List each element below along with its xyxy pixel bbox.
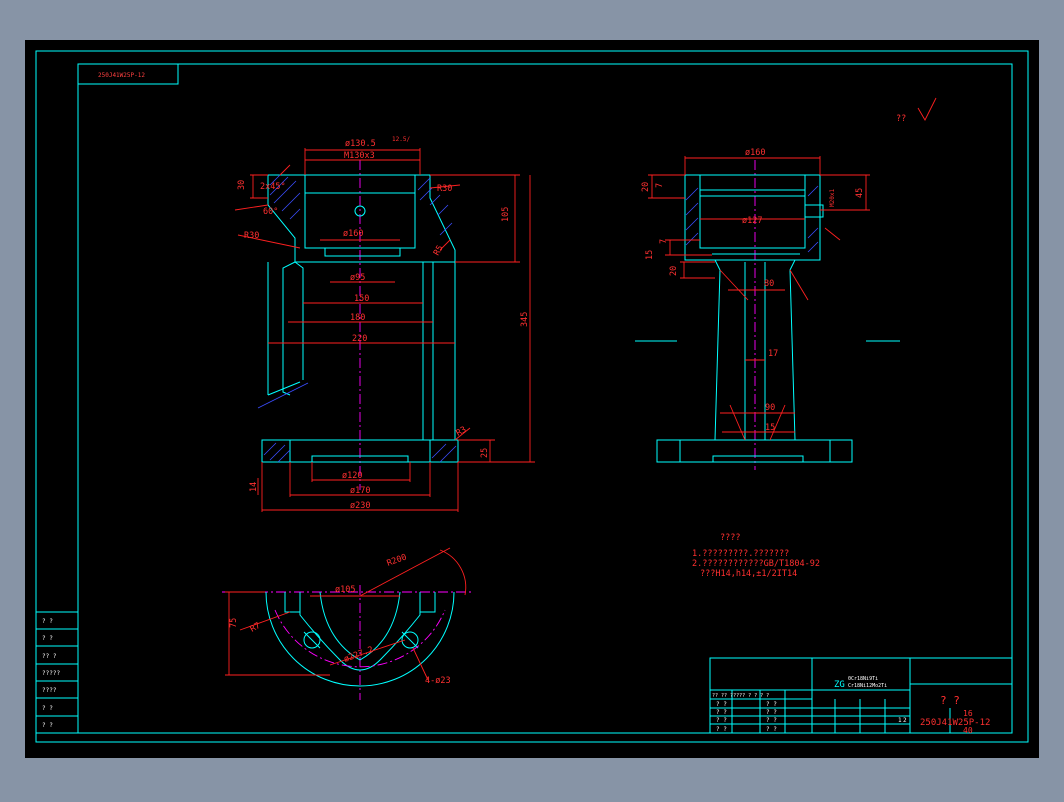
left-col-1: ? ? bbox=[42, 618, 53, 625]
left-col-7: ? ? bbox=[42, 722, 53, 729]
cad-drawing-viewport: 250J41W25P-12 ? ? ? ? ?? ? ????? ???? ? … bbox=[0, 0, 1064, 798]
dim-side-20b: 20 bbox=[669, 266, 679, 276]
dim-d95: ø95 bbox=[350, 273, 365, 283]
notes-line-1: 1.?????????.??????? bbox=[692, 549, 789, 559]
notes-heading: ???? bbox=[720, 533, 740, 543]
dim-150: 150 bbox=[354, 294, 369, 304]
dim-side-45: 45 bbox=[855, 188, 865, 198]
tb-cell-1: ? ? bbox=[716, 701, 727, 708]
dim-side-d160: ø160 bbox=[745, 148, 765, 158]
dim-side-7b: 7 bbox=[659, 239, 669, 244]
dim-60deg: 60° bbox=[263, 207, 278, 217]
tb-sheet: 1 bbox=[898, 717, 902, 724]
tb-cell-2: ? ? bbox=[716, 709, 727, 716]
tb-cell-8: ? ? bbox=[766, 726, 777, 733]
tb-cell-3: ? ? bbox=[716, 717, 727, 724]
dim-rough125: 12.5/ bbox=[392, 136, 410, 143]
dim-d170: ø170 bbox=[350, 486, 370, 496]
dim-345: 345 bbox=[520, 312, 530, 327]
dim-side-90: 90 bbox=[765, 403, 775, 413]
notes-line-3: ???H14,h14,±1/2IT14 bbox=[700, 569, 797, 579]
dim-180: 180 bbox=[350, 313, 365, 323]
dim-d120: ø120 bbox=[342, 471, 362, 481]
drawing-canvas: 250J41W25P-12 ? ? ? ? ?? ? ????? ???? ? … bbox=[25, 40, 1039, 758]
dim-side-20: 20 bbox=[641, 182, 651, 192]
tb-scale-1: 16 bbox=[963, 709, 973, 718]
roughness-mark-text: ?? bbox=[896, 114, 906, 124]
dim-r30-right: R30 bbox=[437, 184, 452, 194]
tb-cell-5: ? ? bbox=[766, 701, 777, 708]
dim-side-15b: 15 bbox=[765, 423, 775, 433]
dim-side-17: 17 bbox=[768, 349, 778, 359]
dim-side-15: 15 bbox=[645, 250, 655, 260]
dim-d230: ø230 bbox=[350, 501, 370, 511]
tb-sheet-2: 2 bbox=[903, 717, 907, 724]
dim-chamfer: 2x45° bbox=[260, 182, 286, 192]
left-col-2: ? ? bbox=[42, 635, 53, 642]
dim-r30-left: R30 bbox=[244, 231, 259, 241]
dim-m130: M130x3 bbox=[344, 151, 375, 161]
dim-105: 105 bbox=[501, 207, 511, 222]
dim-side-7a: 7 bbox=[655, 183, 665, 188]
dim-bottom-d105: ø105 bbox=[335, 585, 355, 595]
dim-d130: ø130.5 bbox=[345, 139, 376, 149]
left-col-4: ????? bbox=[42, 670, 60, 677]
dim-14: 14 bbox=[249, 482, 259, 492]
dim-25: 25 bbox=[480, 448, 490, 458]
tb-cell-7: ? ? bbox=[766, 717, 777, 724]
dim-75: 75 bbox=[229, 618, 239, 628]
tb-material-sub1: 0Cr18Ni9Ti bbox=[848, 676, 878, 682]
sheet-background bbox=[25, 40, 1039, 758]
dim-side-d127: ø127 bbox=[742, 216, 762, 226]
tb-cell-4: ? ? bbox=[716, 726, 727, 733]
dim-d160-front: ø160 bbox=[343, 229, 363, 239]
tb-cell-6: ? ? bbox=[766, 709, 777, 716]
tb-drawing-no: 250J41W25P-12 bbox=[920, 718, 990, 728]
dim-side-80: 80 bbox=[764, 279, 774, 289]
top-left-code: 250J41W25P-12 bbox=[98, 72, 145, 79]
left-col-5: ???? bbox=[42, 687, 57, 694]
tb-name: ? ? bbox=[940, 694, 960, 707]
dim-220: 220 bbox=[352, 334, 367, 344]
tb-row-header: ?? ?? ????? ? ? ? ? bbox=[712, 693, 769, 699]
dim-side-m20: M20x1 bbox=[829, 189, 836, 207]
left-col-3: ?? ? bbox=[42, 653, 57, 660]
tb-scale-2: 40 bbox=[963, 726, 973, 735]
notes-line-2: 2.????????????GB/T1804-92 bbox=[692, 559, 820, 569]
tb-material-sub2: Cr18Ni12Mo2Ti bbox=[848, 683, 887, 689]
dim-4xd23: 4-ø23 bbox=[425, 676, 451, 686]
left-col-6: ? ? bbox=[42, 705, 53, 712]
dim-30: 30 bbox=[237, 180, 247, 190]
tb-material-code: ZG bbox=[834, 680, 845, 690]
